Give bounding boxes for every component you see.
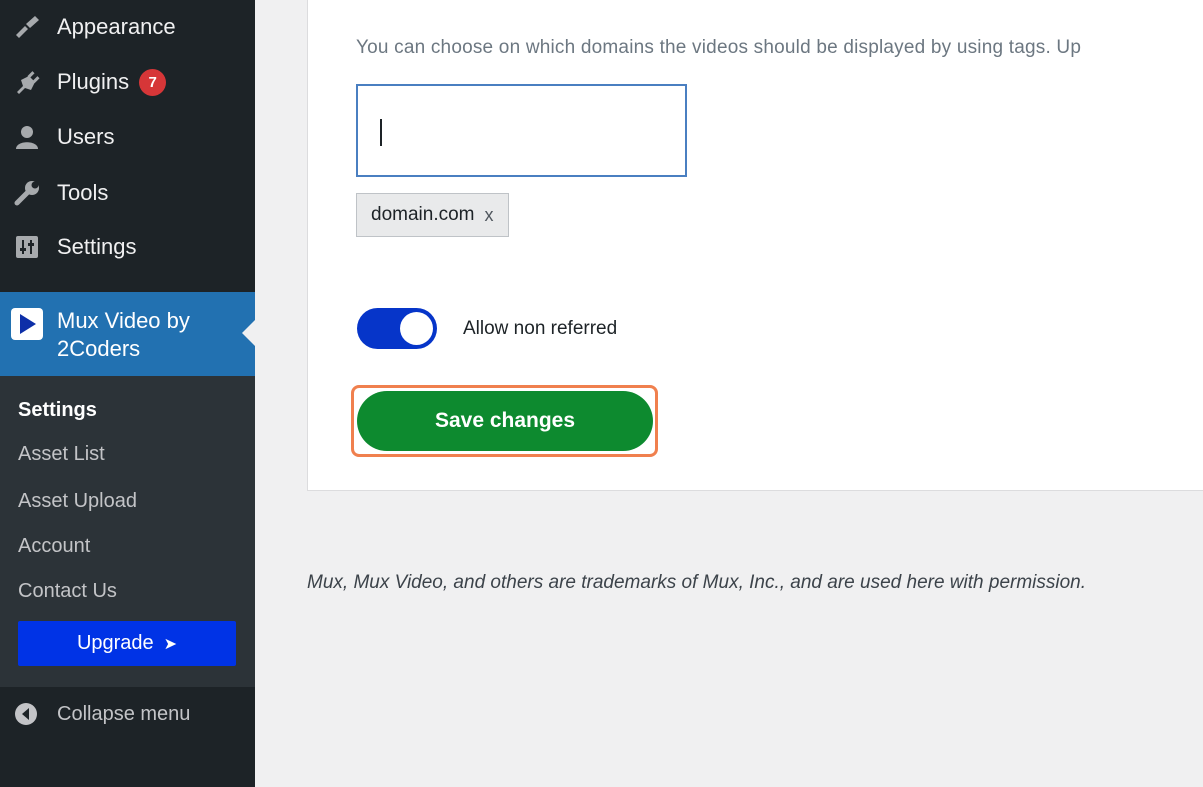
collapse-menu-button[interactable]: Collapse menu xyxy=(0,690,255,738)
user-icon xyxy=(12,122,42,152)
submenu-item-asset-list[interactable]: Asset List xyxy=(18,443,105,466)
domains-help-text: You can choose on which domains the vide… xyxy=(356,37,1082,58)
upgrade-button-label: Upgrade xyxy=(76,632,154,654)
active-indicator xyxy=(242,320,255,346)
text-cursor xyxy=(380,119,382,146)
settings-sliders-icon xyxy=(12,232,42,262)
arrow-right-icon: ➤ xyxy=(163,635,178,653)
sidebar-item-appearance[interactable]: Appearance xyxy=(0,0,255,54)
sidebar-item-tools[interactable]: Tools xyxy=(0,166,255,220)
play-icon xyxy=(11,308,43,340)
allow-non-referred-toggle[interactable] xyxy=(357,308,437,349)
submenu-item-settings[interactable]: Settings xyxy=(18,399,97,422)
sidebar-item-label: Plugins xyxy=(57,69,130,94)
domain-tag-input[interactable] xyxy=(356,84,687,177)
sidebar-item-mux-video[interactable]: Mux Video by 2Coders xyxy=(0,292,255,376)
remove-tag-button[interactable]: x xyxy=(485,205,494,226)
sidebar-item-plugins[interactable]: Plugins 7 xyxy=(0,55,255,109)
submenu-item-contact-us[interactable]: Contact Us xyxy=(18,580,117,603)
sidebar-item-label: Appearance xyxy=(57,14,176,39)
sidebar-item-label: Mux Video by 2Coders xyxy=(57,308,190,361)
save-changes-label: Save changes xyxy=(434,409,576,432)
trademark-notice: Mux, Mux Video, and others are trademark… xyxy=(307,572,1087,593)
domain-tag: domain.com x xyxy=(356,193,509,237)
sidebar-item-settings[interactable]: Settings xyxy=(0,220,255,274)
submenu-item-asset-upload[interactable]: Asset Upload xyxy=(18,490,137,513)
admin-sidebar: Appearance Plugins 7 Users Tools Setting… xyxy=(0,0,255,787)
upgrade-button[interactable]: Upgrade ➤ xyxy=(18,621,236,666)
collapse-arrow-icon xyxy=(14,702,38,726)
toggle-knob xyxy=(400,312,433,345)
plugin-icon xyxy=(12,67,42,97)
sidebar-item-label: Tools xyxy=(57,180,109,205)
submenu: Settings Asset List Asset Upload Account… xyxy=(0,376,255,687)
sidebar-item-label: Users xyxy=(57,124,115,149)
settings-panel: You can choose on which domains the vide… xyxy=(307,0,1203,491)
collapse-menu-label: Collapse menu xyxy=(57,702,191,725)
domain-tag-label: domain.com xyxy=(371,204,475,225)
save-changes-button[interactable]: Save changes xyxy=(357,391,653,451)
wrench-icon xyxy=(12,178,42,208)
allow-non-referred-label: Allow non referred xyxy=(463,318,618,339)
submenu-item-account[interactable]: Account xyxy=(18,535,90,558)
paintbrush-icon xyxy=(12,12,42,42)
sidebar-item-users[interactable]: Users xyxy=(0,110,255,164)
sidebar-item-label: Settings xyxy=(57,234,137,259)
update-count-badge: 7 xyxy=(139,68,167,96)
